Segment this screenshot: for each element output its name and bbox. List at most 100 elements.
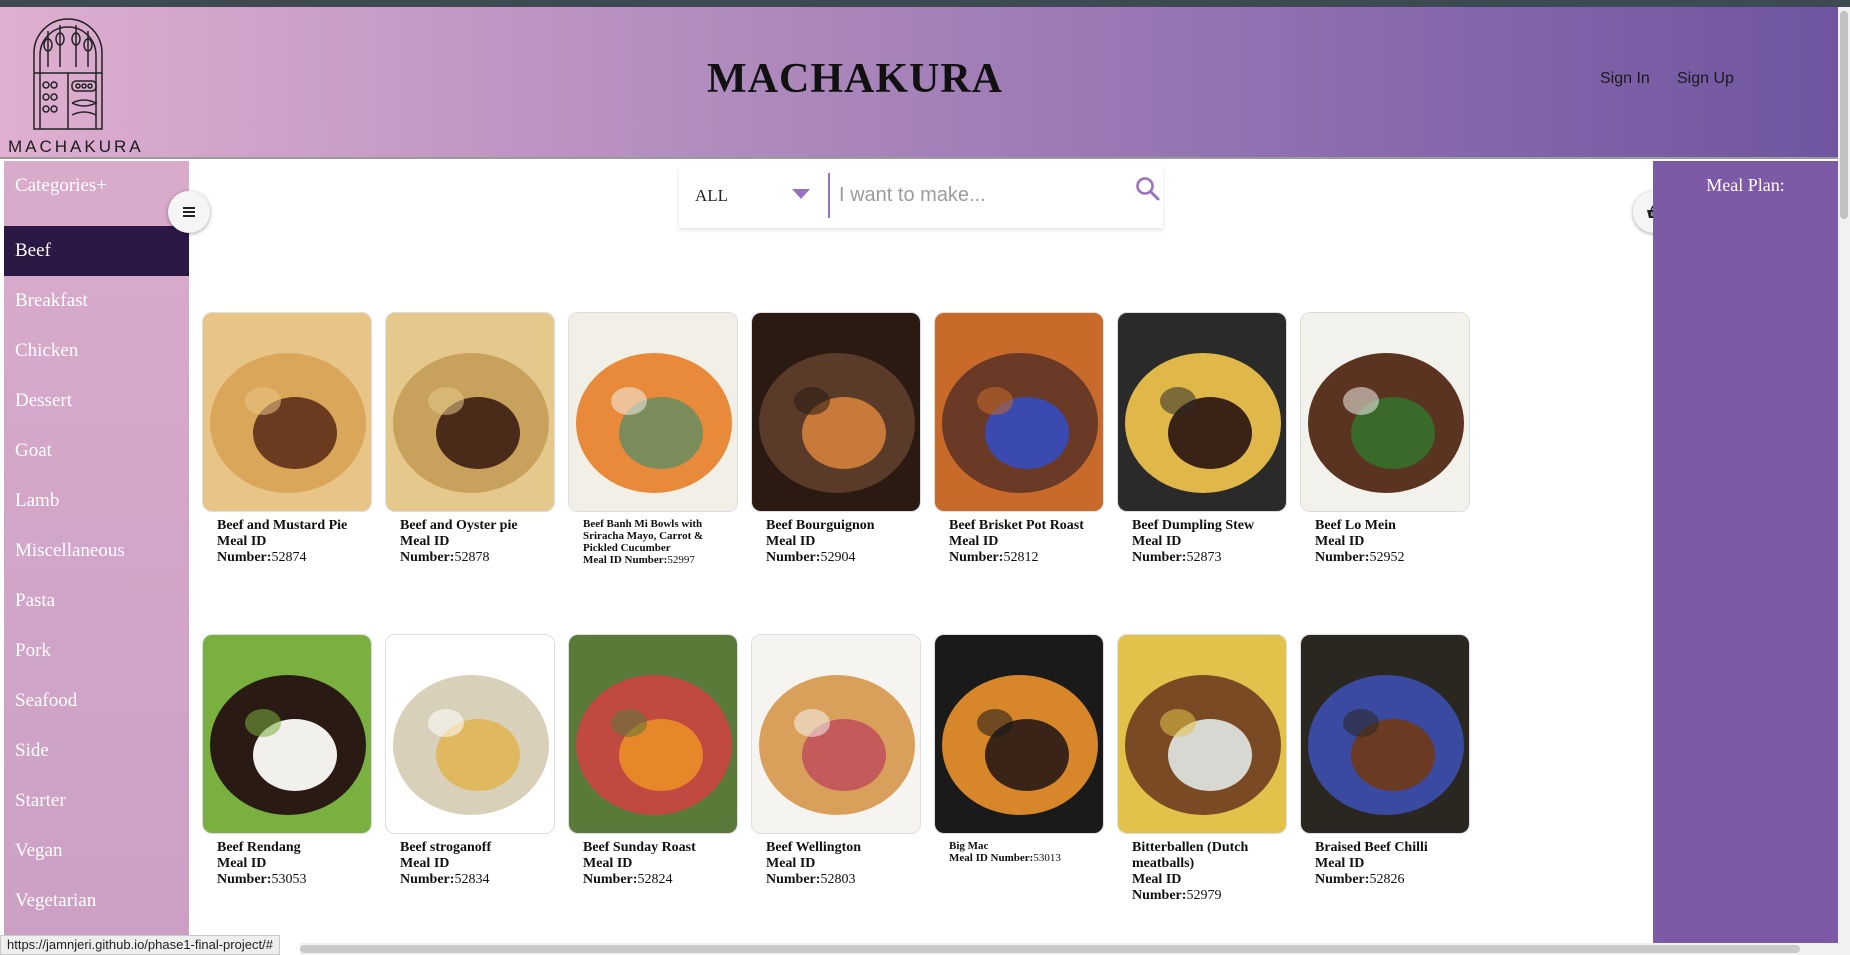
meal-id-label: Meal ID (1132, 534, 1182, 549)
sidebar-item-miscellaneous[interactable]: Miscellaneous (4, 526, 189, 576)
meal-image[interactable] (568, 312, 738, 512)
meal-id-value: 52997 (667, 554, 695, 566)
horizontal-scrollbar[interactable] (300, 943, 1838, 955)
sidebar-item-goat[interactable]: Goat (4, 426, 189, 476)
meal-card[interactable]: Beef Dumpling Stew Meal ID Number:52873 (1117, 312, 1289, 566)
meal-id-value: 52812 (1003, 550, 1039, 565)
meal-id-label: Meal ID (949, 534, 999, 549)
meal-image[interactable] (385, 634, 555, 834)
meal-number-label: Number: (400, 550, 455, 565)
sidebar-item-vegetarian[interactable]: Vegetarian (4, 876, 189, 926)
meal-image[interactable] (202, 634, 372, 834)
meal-image[interactable] (1117, 634, 1287, 834)
meal-image[interactable] (934, 634, 1104, 834)
meal-card[interactable]: Beef and Mustard Pie Meal ID Number:52874 (202, 312, 374, 566)
sidebar-item-pork[interactable]: Pork (4, 626, 189, 676)
meal-title: Beef stroganoff (400, 840, 492, 855)
meal-id-number: Number:52826 (1300, 872, 1472, 888)
sidebar-item-chicken[interactable]: Chicken (4, 326, 189, 376)
sidebar-item-lamb[interactable]: Lamb (4, 476, 189, 526)
meal-image[interactable] (1300, 312, 1470, 512)
sidebar-item-beef[interactable]: Beef (4, 226, 189, 276)
meal-id-label: Meal ID Number: (583, 554, 668, 566)
meal-number-label: Number: (1315, 550, 1370, 565)
meal-title: Beef and Oyster pie (400, 518, 518, 533)
meal-title: Beef Brisket Pot Roast (949, 518, 1084, 533)
meal-card[interactable]: Beef Wellington Meal ID Number:52803 (751, 634, 923, 888)
meal-image[interactable] (1300, 634, 1470, 834)
sign-up-link[interactable]: Sign Up (1677, 70, 1734, 88)
meal-id-number: Number:52824 (568, 872, 740, 888)
meal-card[interactable]: Beef Lo Mein Meal ID Number:52952 (1300, 312, 1472, 566)
meal-image[interactable] (934, 312, 1104, 512)
meal-number-label: Number: (217, 550, 272, 565)
meal-image[interactable] (751, 634, 921, 834)
meal-card[interactable]: Beef stroganoff Meal ID Number:52834 (385, 634, 557, 888)
browser-top-edge (0, 0, 1850, 7)
meal-number-label: Number: (217, 872, 272, 887)
site-logo[interactable]: MACHAKURA (8, 11, 148, 157)
meal-image[interactable] (568, 634, 738, 834)
meal-card[interactable]: Beef Bourguignon Meal ID Number:52904 (751, 312, 923, 566)
horizontal-scroll-thumb[interactable] (300, 945, 1800, 953)
sidebar-item-seafood[interactable]: Seafood (4, 676, 189, 726)
meal-image[interactable] (385, 312, 555, 512)
categories-sidebar: Categories+ Beef Breakfast Chicken Dessert G… (4, 161, 189, 955)
meal-id-number: Number:52878 (385, 550, 557, 566)
chevron-down-icon[interactable] (792, 189, 810, 199)
meal-id-value: 52979 (1186, 888, 1222, 903)
meal-card[interactable]: Beef Sunday Roast Meal ID Number:52824 (568, 634, 740, 888)
meal-id-label: Meal ID (217, 856, 267, 871)
meal-image[interactable] (1117, 312, 1287, 512)
vertical-scroll-thumb[interactable] (1840, 11, 1848, 219)
meal-title: Beef Bourguignon (766, 518, 875, 533)
sidebar-item-vegan[interactable]: Vegan (4, 826, 189, 876)
meal-number-label: Number: (583, 872, 638, 887)
meal-card[interactable]: Beef Banh Mi Bowls with Sriracha Mayo, C… (568, 312, 740, 566)
sidebar-item-starter[interactable]: Starter (4, 776, 189, 826)
vertical-scrollbar[interactable] (1838, 7, 1850, 955)
meal-id-number: Number:52952 (1300, 550, 1472, 566)
site-header: MACHAKURA MACHAKURA Sign In Sign Up (0, 7, 1838, 159)
meal-card[interactable]: Beef Rendang Meal ID Number:53053 (202, 634, 374, 888)
meal-card[interactable]: Braised Beef Chilli Meal ID Number:52826 (1300, 634, 1472, 888)
menu-toggle-button[interactable] (168, 191, 210, 233)
meal-id-label: Meal ID (1315, 534, 1365, 549)
meal-card[interactable]: Beef Brisket Pot Roast Meal ID Number:5281… (934, 312, 1106, 566)
meal-id-number: Meal ID Number:52997 (568, 554, 740, 566)
meal-number-label: Number: (949, 550, 1004, 565)
meal-title: Big Mac (949, 840, 989, 852)
sidebar-item-dessert[interactable]: Dessert (4, 376, 189, 426)
category-filter-select[interactable]: ALL (695, 186, 728, 206)
meal-title: Beef and Mustard Pie (217, 518, 348, 533)
search-icon[interactable] (1135, 176, 1161, 202)
sidebar-item-side[interactable]: Side (4, 726, 189, 776)
sign-in-link[interactable]: Sign In (1600, 70, 1650, 88)
meal-id-label: Meal ID (1132, 872, 1182, 887)
meal-id-number: Number:53053 (202, 872, 374, 888)
meal-card[interactable]: Bitterballen (Dutch meatballs) Meal ID Num… (1117, 634, 1289, 904)
meal-number-label: Number: (1132, 550, 1187, 565)
meal-card[interactable]: Beef and Oyster pie Meal ID Number:52878 (385, 312, 557, 566)
meal-title: Bitterballen (Dutch meatballs) (1132, 840, 1249, 871)
search-input[interactable] (839, 180, 1099, 210)
meal-plan-title: Meal Plan: (1706, 175, 1785, 195)
meal-id-number: Number:52812 (934, 550, 1106, 566)
meal-title: Beef Rendang (217, 840, 301, 855)
meal-id-value: 52878 (454, 550, 490, 565)
meal-image[interactable] (751, 312, 921, 512)
meal-title: Beef Banh Mi Bowls with Sriracha Mayo, C… (583, 518, 704, 554)
categories-heading[interactable]: Categories+ (15, 175, 107, 197)
meal-title: Beef Dumpling Stew (1132, 518, 1255, 533)
meal-id-label: Meal ID (400, 856, 450, 871)
search-divider (828, 173, 830, 218)
meal-id-number: Number:52874 (202, 550, 374, 566)
meal-id-value: 53013 (1033, 852, 1061, 864)
meal-card[interactable]: Big Mac Meal ID Number:53013 (934, 634, 1106, 864)
meal-id-value: 52826 (1369, 872, 1405, 887)
sidebar-item-pasta[interactable]: Pasta (4, 576, 189, 626)
link-status-bar: https://jamnjeri.github.io/phase1-final-… (0, 935, 280, 955)
meal-image[interactable] (202, 312, 372, 512)
meal-id-value: 53053 (271, 872, 307, 887)
sidebar-item-breakfast[interactable]: Breakfast (4, 276, 189, 326)
